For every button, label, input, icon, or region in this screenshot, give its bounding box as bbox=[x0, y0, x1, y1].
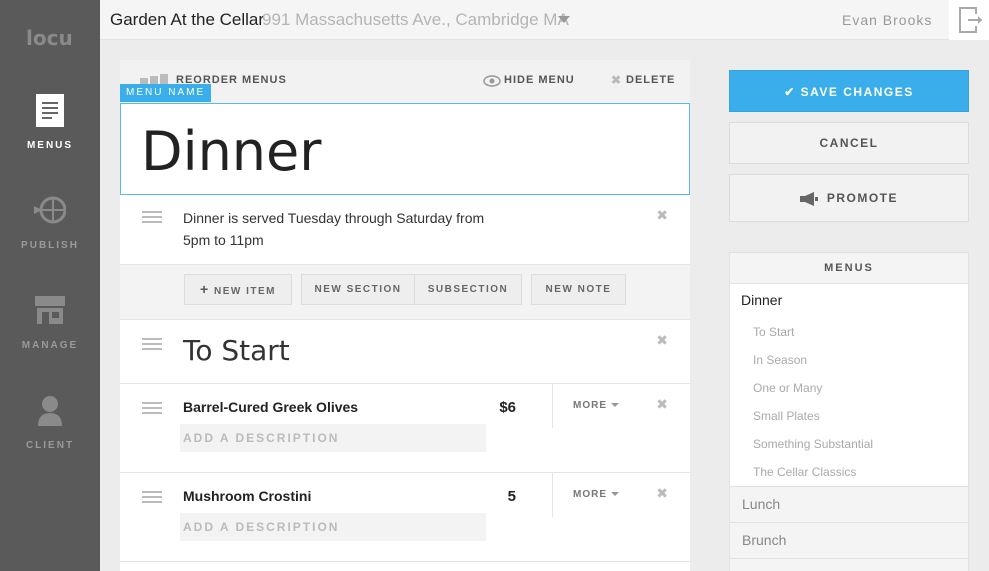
restaurant-name: Garden At the Cellar bbox=[110, 10, 265, 29]
more-button[interactable]: MORE bbox=[573, 489, 619, 500]
hide-menu-button[interactable]: HIDE MENU bbox=[504, 74, 575, 86]
eye-icon bbox=[483, 75, 501, 87]
item-description-input[interactable]: ADD A DESCRIPTION bbox=[180, 424, 486, 452]
menu-name-field[interactable]: Dinner bbox=[120, 103, 690, 195]
plus-icon: + bbox=[200, 281, 210, 297]
menu-item-row: Barrel-Cured Greek Olives $6 ADD A DESCR… bbox=[120, 384, 690, 473]
menu-list-item-lunch[interactable]: Lunch bbox=[730, 486, 968, 522]
promote-button[interactable]: PROMOTE bbox=[729, 174, 969, 222]
item-price[interactable]: $6 bbox=[480, 399, 516, 416]
locu-logo[interactable]: locu bbox=[26, 26, 74, 50]
divider bbox=[552, 384, 553, 428]
chevron-down-icon[interactable] bbox=[558, 16, 570, 23]
menu-name-value: Dinner bbox=[141, 120, 322, 183]
item-name[interactable]: Mushroom Crostini bbox=[183, 488, 311, 504]
save-label: SAVE CHANGES bbox=[800, 85, 914, 99]
menu-editor: REORDER MENUS HIDE MENU ✖ DELETE Dinner … bbox=[120, 60, 690, 571]
megaphone-icon bbox=[799, 191, 818, 206]
new-item-button[interactable]: + NEW ITEM bbox=[184, 274, 292, 305]
user-name[interactable]: Evan Brooks bbox=[842, 12, 932, 28]
subsection-button[interactable]: SUBSECTION bbox=[414, 274, 522, 305]
sidebar-item-label: CLIENT bbox=[25, 440, 75, 451]
drag-handle-icon[interactable] bbox=[142, 491, 162, 506]
drag-handle-icon[interactable] bbox=[142, 211, 162, 226]
delete-note-icon[interactable]: ✖ bbox=[656, 207, 668, 224]
delete-item-icon[interactable]: ✖ bbox=[656, 396, 668, 413]
checkmark-icon: ✔ bbox=[784, 85, 796, 99]
menu-name-tag: MENU NAME bbox=[120, 84, 212, 102]
new-note-button[interactable]: NEW NOTE bbox=[531, 274, 626, 305]
item-description-input[interactable]: ADD A DESCRIPTION bbox=[180, 513, 486, 541]
menu-list-item-drinks[interactable]: Drinks bbox=[730, 558, 968, 571]
document-icon bbox=[36, 94, 64, 127]
sidebar-item-label: PUBLISH bbox=[21, 240, 79, 251]
menu-list-item-dinner[interactable]: Dinner bbox=[741, 292, 782, 308]
cancel-button[interactable]: CANCEL bbox=[729, 122, 969, 164]
menus-panel-header: MENUS bbox=[730, 253, 968, 284]
new-item-label: NEW ITEM bbox=[213, 286, 276, 297]
more-label: MORE bbox=[573, 400, 607, 411]
section-link[interactable]: In Season bbox=[753, 353, 807, 367]
section-link[interactable]: To Start bbox=[753, 325, 794, 339]
menus-panel: MENUS Dinner To Start In Season One or M… bbox=[729, 252, 969, 571]
section-link[interactable]: Small Plates bbox=[753, 409, 820, 423]
storefront-icon bbox=[35, 296, 65, 324]
section-link[interactable]: One or Many bbox=[753, 381, 822, 395]
sidebar-item-label: MENUS bbox=[26, 140, 74, 151]
save-changes-button[interactable]: ✔ SAVE CHANGES bbox=[729, 70, 969, 112]
section-title[interactable]: To Start bbox=[183, 334, 290, 367]
restaurant-address[interactable]: 991 Massachusetts Ave., Cambridge MA bbox=[262, 10, 569, 30]
sidebar-item-menus[interactable]: MENUS bbox=[0, 94, 100, 174]
sidebar-item-label: MANAGE bbox=[21, 340, 79, 351]
logout-button[interactable] bbox=[949, 0, 989, 40]
more-button[interactable]: MORE bbox=[573, 400, 619, 411]
sidebar: locu MENUS PUBLISH MANAGE CLIENT bbox=[0, 0, 100, 571]
add-content-bar: + NEW ITEM NEW SECTION SUBSECTION NEW NO… bbox=[120, 265, 690, 320]
menu-note-row: Dinner is served Tuesday through Saturda… bbox=[120, 195, 690, 265]
section-link[interactable]: Something Substantial bbox=[753, 437, 873, 451]
sidebar-item-client[interactable]: CLIENT bbox=[0, 394, 100, 474]
chevron-down-icon bbox=[611, 403, 619, 408]
menu-list-item-brunch[interactable]: Brunch bbox=[730, 522, 968, 558]
delete-menu-button[interactable]: DELETE bbox=[626, 74, 675, 86]
menu-item-row: Mushroom Crostini 5 ADD A DESCRIPTION MO… bbox=[120, 473, 690, 562]
globe-arrows-icon bbox=[34, 196, 66, 224]
close-icon: ✖ bbox=[611, 73, 623, 87]
sidebar-item-publish[interactable]: PUBLISH bbox=[0, 194, 100, 274]
divider bbox=[552, 473, 553, 517]
drag-handle-icon[interactable] bbox=[142, 402, 162, 417]
sidebar-item-manage[interactable]: MANAGE bbox=[0, 294, 100, 374]
new-section-button[interactable]: NEW SECTION bbox=[301, 274, 415, 305]
drag-handle-icon[interactable] bbox=[142, 338, 162, 353]
top-bar: Garden At the Cellar 991 Massachusetts A… bbox=[100, 0, 989, 40]
menu-note-text[interactable]: Dinner is served Tuesday through Saturda… bbox=[183, 207, 503, 251]
promote-label: PROMOTE bbox=[826, 191, 898, 205]
item-price[interactable]: 5 bbox=[480, 488, 516, 505]
delete-item-icon[interactable]: ✖ bbox=[656, 485, 668, 502]
item-name[interactable]: Barrel-Cured Greek Olives bbox=[183, 399, 358, 415]
more-label: MORE bbox=[573, 489, 607, 500]
delete-section-icon[interactable]: ✖ bbox=[656, 332, 668, 349]
logout-icon bbox=[959, 7, 982, 33]
person-icon bbox=[38, 396, 62, 426]
chevron-down-icon bbox=[611, 492, 619, 497]
section-link[interactable]: The Cellar Classics bbox=[753, 465, 856, 479]
section-row: To Start ✖ bbox=[120, 320, 690, 384]
